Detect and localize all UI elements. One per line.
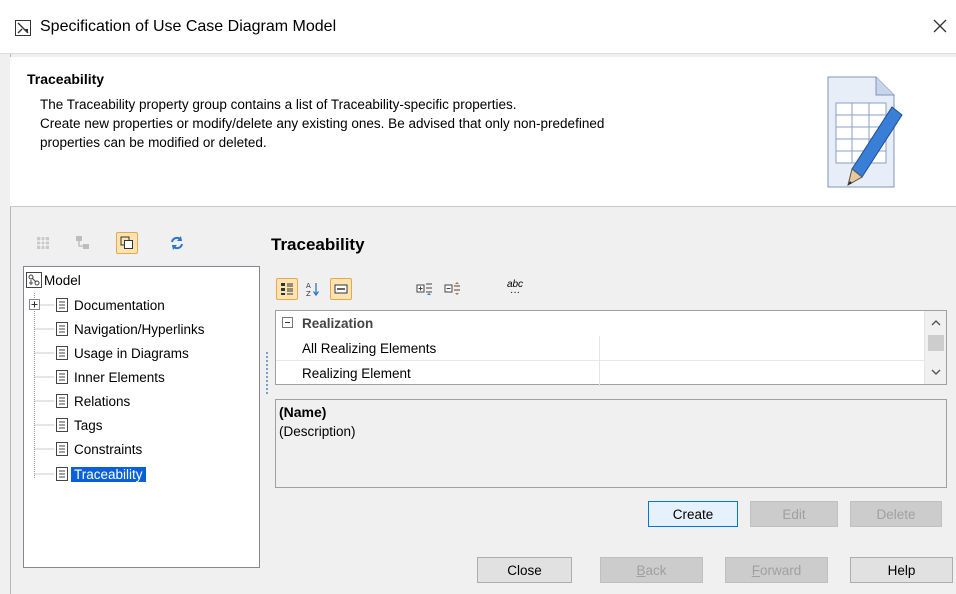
show-abbreviations-button[interactable]: abc ··· — [504, 278, 526, 300]
tree-item-label: Model — [44, 272, 81, 288]
description-header: Traceability The Traceability property g… — [10, 57, 956, 207]
tree-item-model[interactable]: Model — [26, 270, 81, 290]
header-title: Traceability — [27, 71, 105, 87]
collapse-group-icon[interactable] — [282, 317, 293, 328]
grid-row[interactable]: Realizing Element — [276, 361, 924, 386]
tree-item-label: Documentation — [74, 297, 165, 313]
tree-view-icon — [76, 236, 89, 249]
scroll-up-icon[interactable] — [930, 317, 942, 329]
close-button[interactable]: Close — [477, 557, 572, 583]
expand-icon[interactable] — [29, 299, 40, 310]
property-group-icon — [56, 322, 68, 336]
grid-group-realization[interactable]: Realization — [276, 311, 924, 336]
table-document-pencil-icon — [827, 76, 903, 188]
sort-alphabetical-button[interactable]: A Z — [302, 278, 324, 300]
property-description: (Name) (Description) — [275, 399, 947, 488]
edit-button[interactable]: Edit — [750, 501, 838, 527]
property-group-icon — [56, 442, 68, 456]
collapse-all-button[interactable] — [442, 278, 464, 300]
property-grid[interactable]: Realization All Realizing Elements Reali… — [275, 310, 947, 386]
create-button[interactable]: Create — [648, 501, 738, 527]
property-group-icon — [56, 394, 68, 408]
tree-item-tags[interactable]: Tags — [56, 415, 103, 435]
forward-button[interactable]: Forward — [725, 557, 828, 583]
title-bar: Specification of Use Case Diagram Model — [0, 0, 956, 54]
svg-text:A: A — [306, 282, 311, 290]
show-abbreviations-icon: abc ··· — [506, 279, 524, 298]
column-separator — [599, 336, 600, 361]
tree-item-relations[interactable]: Relations — [56, 391, 130, 411]
property-name: All Realizing Elements — [302, 340, 437, 356]
tree-item-label: Relations — [74, 393, 131, 409]
tree-item-traceability[interactable]: Traceability — [56, 464, 146, 484]
close-icon[interactable] — [928, 14, 952, 38]
description-toggle-button[interactable] — [330, 278, 352, 300]
property-group-icon — [56, 298, 68, 312]
column-separator — [599, 361, 600, 386]
back-label: ack — [645, 562, 667, 578]
window-title: Specification of Use Case Diagram Model — [40, 18, 337, 35]
specification-tree[interactable]: Model Documentation Navigation/Hyperlink… — [23, 266, 260, 568]
scroll-down-icon[interactable] — [930, 366, 942, 378]
tree-item-label: Usage in Diagrams — [74, 345, 189, 361]
grid-row[interactable]: All Realizing Elements — [276, 336, 924, 361]
table-view-icon — [37, 237, 49, 249]
tree-item-usage[interactable]: Usage in Diagrams — [56, 343, 189, 363]
copy-window-icon — [120, 236, 133, 249]
property-group-icon — [56, 346, 68, 360]
svg-text:Z: Z — [306, 290, 311, 297]
tree-item-navigation[interactable]: Navigation/Hyperlinks — [56, 319, 205, 339]
specification-window-icon — [15, 20, 31, 36]
copy-window-button[interactable] — [116, 232, 138, 254]
delete-button[interactable]: Delete — [850, 501, 942, 527]
tree-item-label: Constraints — [74, 441, 143, 457]
panel-splitter[interactable] — [266, 352, 268, 394]
refresh-icon — [171, 236, 183, 250]
tree-item-documentation[interactable]: Documentation — [56, 295, 165, 315]
sort-alphabetical-icon: A Z — [306, 282, 320, 297]
tree-item-constraints[interactable]: Constraints — [56, 439, 142, 459]
tree-item-label: Traceability — [71, 466, 146, 482]
header-description-line: properties can be modified or deleted. — [40, 135, 267, 150]
forward-label: orward — [759, 562, 802, 578]
collapse-all-icon — [444, 282, 460, 295]
tree-item-label: Tags — [74, 417, 103, 433]
expand-all-icon — [416, 283, 432, 295]
help-button[interactable]: Help — [850, 557, 953, 583]
table-view-button[interactable] — [32, 232, 54, 254]
tree-item-inner-elements[interactable]: Inner Elements — [56, 367, 165, 387]
description-text: (Description) — [279, 424, 356, 439]
header-description-line: Create new properties or modify/delete a… — [40, 116, 605, 131]
back-button[interactable]: Back — [600, 557, 703, 583]
forward-mnemonic: F — [751, 562, 760, 578]
panel-title: Traceability — [271, 235, 365, 254]
description-name: (Name) — [279, 404, 327, 420]
categorized-view-icon — [281, 283, 293, 295]
model-package-icon — [26, 272, 42, 288]
scrollbar-thumb[interactable] — [928, 335, 944, 351]
property-group-icon — [56, 467, 68, 481]
back-mnemonic: B — [636, 562, 646, 578]
property-group-icon — [56, 370, 68, 384]
header-description: The Traceability property group contains… — [40, 95, 780, 152]
grid-scrollbar[interactable] — [924, 311, 946, 384]
refresh-button[interactable] — [166, 232, 188, 254]
grid-group-label: Realization — [302, 316, 374, 331]
tree-view-button[interactable] — [72, 232, 94, 254]
expand-all-button[interactable] — [414, 278, 436, 300]
description-toggle-icon — [334, 284, 348, 294]
property-group-icon — [56, 418, 68, 432]
abbreviation-label: abc — [506, 279, 524, 290]
property-name: Realizing Element — [302, 366, 411, 381]
header-description-line: The Traceability property group contains… — [40, 97, 517, 112]
tree-item-label: Navigation/Hyperlinks — [74, 321, 205, 337]
tree-item-label: Inner Elements — [74, 369, 165, 385]
categorized-view-button[interactable] — [276, 278, 298, 300]
